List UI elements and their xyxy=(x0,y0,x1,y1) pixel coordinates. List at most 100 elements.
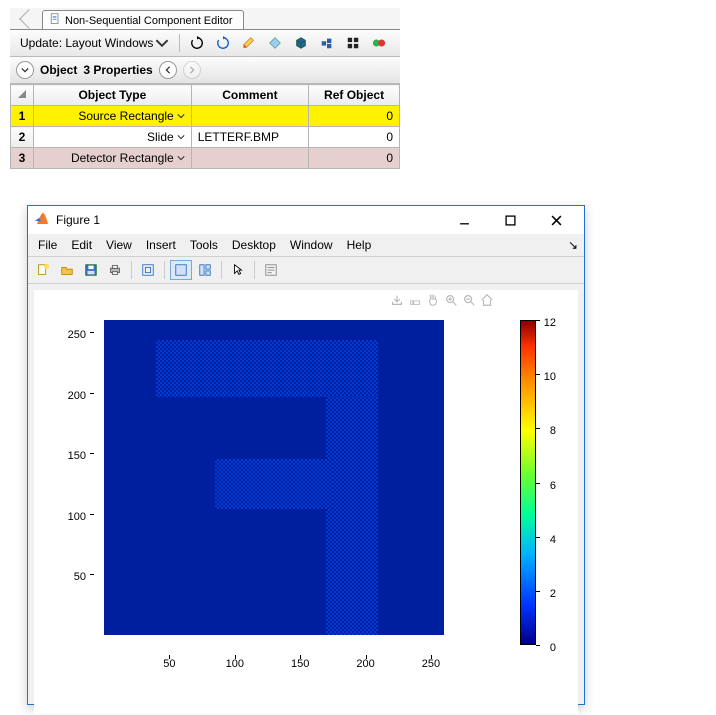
layout-2-icon[interactable] xyxy=(194,260,216,280)
object-label: Object xyxy=(40,63,77,77)
pencil-icon[interactable] xyxy=(238,34,260,52)
figure-title: Figure 1 xyxy=(56,213,100,227)
grid-icon[interactable] xyxy=(342,34,364,52)
col-ref-object[interactable]: Ref Object xyxy=(309,85,400,106)
col-object-type[interactable]: Object Type xyxy=(34,85,192,106)
colorbar-tick-label: 2 xyxy=(550,588,556,600)
menu-desktop[interactable]: Desktop xyxy=(232,238,276,252)
maximize-button[interactable] xyxy=(494,209,526,231)
separator xyxy=(131,261,132,279)
cell-object-type[interactable]: Detector Rectangle xyxy=(34,148,192,169)
y-tick-label: 100 xyxy=(68,511,86,523)
figure-titlebar[interactable]: Figure 1 xyxy=(28,206,584,234)
separator xyxy=(221,261,222,279)
y-tick-label: 150 xyxy=(68,450,86,462)
expand-button[interactable] xyxy=(16,61,34,79)
objects-table: Object Type Comment Ref Object 1Source R… xyxy=(10,84,400,169)
x-tick-mark xyxy=(169,655,170,659)
chevron-down-icon xyxy=(177,154,185,162)
cell-object-type[interactable]: Source Rectangle xyxy=(34,106,192,127)
table-row[interactable]: 1Source Rectangle 0 xyxy=(11,106,400,127)
save-icon[interactable] xyxy=(80,260,102,280)
open-icon[interactable] xyxy=(56,260,78,280)
row-number[interactable]: 1 xyxy=(11,106,34,127)
separator xyxy=(164,261,165,279)
menu-file[interactable]: File xyxy=(38,238,57,252)
figure-window: Figure 1 File Edit View Insert Tools Des… xyxy=(27,205,585,705)
chevron-down-icon xyxy=(155,36,169,50)
window-buttons xyxy=(448,209,578,231)
arrow-refresh-icon[interactable] xyxy=(212,34,234,52)
y-tick-mark xyxy=(90,332,94,333)
separator xyxy=(179,34,180,52)
insert-text-icon[interactable] xyxy=(260,260,282,280)
pointer-icon[interactable] xyxy=(227,260,249,280)
menu-view[interactable]: View xyxy=(106,238,132,252)
menu-tools[interactable]: Tools xyxy=(190,238,218,252)
y-tick-mark xyxy=(90,393,94,394)
axes-toolbar xyxy=(390,293,494,310)
brush-icon[interactable] xyxy=(408,293,422,310)
tab-label: Non-Sequential Component Editor xyxy=(65,15,233,27)
prev-button[interactable] xyxy=(159,61,177,79)
colorbar-tick-mark xyxy=(536,483,540,484)
minimize-button[interactable] xyxy=(448,209,480,231)
refresh-icon[interactable] xyxy=(186,34,208,52)
colorbar-tick-label: 4 xyxy=(550,534,556,546)
x-tick-label: 200 xyxy=(356,658,374,670)
cubes-icon[interactable] xyxy=(316,34,338,52)
table-row[interactable]: 2Slide LETTERF.BMP0 xyxy=(11,127,400,148)
home-icon[interactable] xyxy=(480,293,494,310)
component-editor-window: Non-Sequential Component Editor Update: … xyxy=(10,8,400,169)
colorbar[interactable] xyxy=(520,320,536,645)
new-icon[interactable] xyxy=(32,260,54,280)
corner-cell[interactable] xyxy=(11,85,34,106)
editor-tabs: Non-Sequential Component Editor xyxy=(10,8,400,30)
colorbar-tick-mark xyxy=(536,645,540,646)
table-row[interactable]: 3Detector Rectangle 0 xyxy=(11,148,400,169)
colorbar-tick-mark xyxy=(536,428,540,429)
diamond-icon[interactable] xyxy=(264,34,286,52)
menu-window[interactable]: Window xyxy=(290,238,333,252)
link-plot-icon[interactable] xyxy=(137,260,159,280)
heatmap-region xyxy=(156,340,378,397)
zoom-out-icon[interactable] xyxy=(462,293,476,310)
menu-help[interactable]: Help xyxy=(347,238,372,252)
cell-comment[interactable] xyxy=(191,148,308,169)
cell-comment[interactable]: LETTERF.BMP xyxy=(191,127,308,148)
plot-area: 5010015020025050100150200250024681012 xyxy=(34,290,578,714)
row-number[interactable]: 2 xyxy=(11,127,34,148)
undock-icon[interactable]: ↘ xyxy=(568,238,578,252)
colorbar-tick-mark xyxy=(536,591,540,592)
cell-object-type[interactable]: Slide xyxy=(34,127,192,148)
y-tick-label: 250 xyxy=(68,329,86,341)
x-tick-mark xyxy=(235,655,236,659)
menu-insert[interactable]: Insert xyxy=(146,238,176,252)
cell-ref-object[interactable]: 0 xyxy=(309,106,400,127)
colorbar-tick-mark xyxy=(536,537,540,538)
x-tick-label: 100 xyxy=(226,658,244,670)
zoom-in-icon[interactable] xyxy=(444,293,458,310)
row-number[interactable]: 3 xyxy=(11,148,34,169)
cell-ref-object[interactable]: 0 xyxy=(309,127,400,148)
close-button[interactable] xyxy=(540,209,572,231)
colorbar-tick-mark xyxy=(536,320,540,321)
matlab-logo-icon xyxy=(34,211,50,230)
cube-icon[interactable] xyxy=(290,34,312,52)
y-tick-mark xyxy=(90,514,94,515)
y-tick-label: 200 xyxy=(68,390,86,402)
cell-comment[interactable] xyxy=(191,106,308,127)
col-comment[interactable]: Comment xyxy=(191,85,308,106)
update-layout-dropdown[interactable]: Update: Layout Windows xyxy=(16,34,173,52)
cell-ref-object[interactable]: 0 xyxy=(309,148,400,169)
heatmap-region xyxy=(326,397,378,635)
two-circles-icon[interactable] xyxy=(368,34,390,52)
export-icon[interactable] xyxy=(390,293,404,310)
pan-icon[interactable] xyxy=(426,293,440,310)
y-tick-label: 50 xyxy=(74,571,86,583)
tab-nsc-editor[interactable]: Non-Sequential Component Editor xyxy=(42,10,244,29)
menu-edit[interactable]: Edit xyxy=(71,238,92,252)
heatmap-axes[interactable] xyxy=(94,310,454,655)
print-icon[interactable] xyxy=(104,260,126,280)
layout-1-icon[interactable] xyxy=(170,260,192,280)
